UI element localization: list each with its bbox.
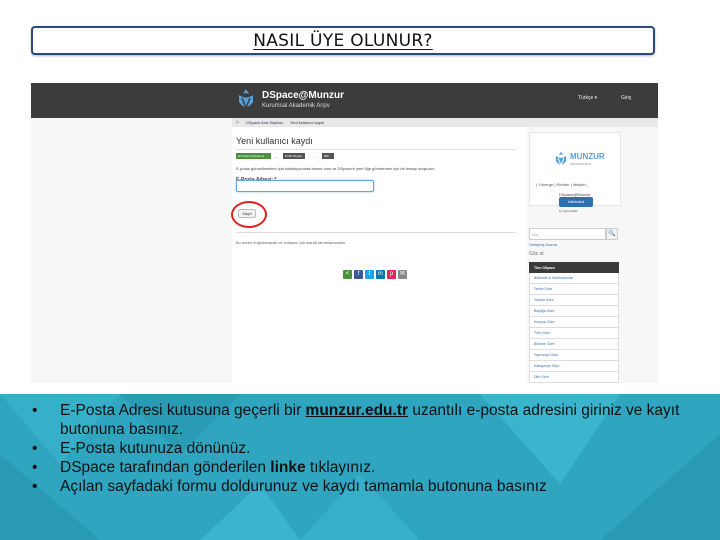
domain-highlight: munzur.edu.tr xyxy=(305,402,409,419)
divider xyxy=(236,232,516,233)
facebook-icon[interactable]: f xyxy=(354,270,363,279)
browse-item[interactable]: Türe Göre xyxy=(529,328,619,339)
browse-item[interactable]: Bölüme Göre xyxy=(529,339,619,350)
list-item: E-Posta Adresi kutusuna geçerli bir munz… xyxy=(28,401,708,439)
email-field[interactable] xyxy=(236,180,374,192)
munzur-logo-text: MUNZUR xyxy=(570,152,605,161)
brand-name[interactable]: DSpace@Munzur xyxy=(262,90,344,101)
main-content: Yeni kullanıcı kaydı E-Posta Doğrulama →… xyxy=(232,127,527,383)
twitter-icon[interactable]: t xyxy=(365,270,374,279)
browse-item[interactable]: Kategoriye Göre xyxy=(529,361,619,372)
linkedin-icon[interactable]: in xyxy=(376,270,385,279)
instruction-list: E-Posta Adresi kutusuna geçerli bir munz… xyxy=(28,401,708,496)
pinterest-icon[interactable]: p xyxy=(387,270,396,279)
email-share-icon[interactable]: ✉ xyxy=(398,270,407,279)
university-logo-text: ÜNİVERSİTESİ xyxy=(570,162,591,166)
browse-item[interactable]: Yazara Göre xyxy=(529,295,619,306)
sidebar-links[interactable]: | Yönerge | Rehber | İletişim | xyxy=(536,182,587,187)
step-arrow-icon: → xyxy=(312,154,316,159)
list-item: Açılan sayfadaki formu doldurunuz ve kay… xyxy=(28,477,708,496)
dspace-screenshot: DSpace@Munzur Kurumsal Akademik Arşiv Tü… xyxy=(31,83,658,383)
search-input[interactable]: Ara xyxy=(529,228,606,240)
browse-item[interactable]: Bölümler & Koleksiyonlar xyxy=(529,273,619,284)
sidebar: MUNZUR ÜNİVERSİTESİ | Yönerge | Rehber |… xyxy=(529,127,658,383)
university-logo-icon xyxy=(239,89,253,111)
slide-title: NASIL ÜYE OLUNUR? xyxy=(253,30,433,51)
browse-item[interactable]: Başlığa Göre xyxy=(529,306,619,317)
intro-text: E-posta güncellemeleri için koleksiyonla… xyxy=(236,166,436,171)
search-icon[interactable]: 🔍 xyxy=(606,228,618,240)
sidebar-logo-box: MUNZUR ÜNİVERSİTESİ | Yönerge | Rehber |… xyxy=(529,132,621,213)
step-arrow-icon: → xyxy=(274,154,278,159)
browse-item[interactable]: Dile Göre xyxy=(529,372,619,383)
university-logo-icon xyxy=(555,151,567,167)
page-title: Yeni kullanıcı kaydı xyxy=(236,136,313,146)
share-icon[interactable]: < xyxy=(343,270,352,279)
browse-item[interactable]: Tüm DSpace xyxy=(529,262,619,273)
browse-heading: Göz at xyxy=(529,251,544,257)
browse-list: Tüm DSpace Bölümler & Koleksiyonlar Tari… xyxy=(529,262,619,383)
link-highlight: linke xyxy=(270,459,306,476)
step-create-profile: Profil Oluştur xyxy=(283,153,305,159)
email-help-text: Bu adres doğrulanacak ve kullanıcı adı o… xyxy=(236,240,347,245)
breadcrumb: ⌂ DSpace Ana Sayfası Yeni kullanıcı kayd… xyxy=(232,118,658,127)
slide-title-box: NASIL ÜYE OLUNUR? xyxy=(31,26,655,55)
highlight-circle xyxy=(231,201,267,228)
divider xyxy=(236,149,516,150)
breadcrumb-current: Yeni kullanıcı kaydı xyxy=(290,120,325,125)
openaire-badge[interactable]: Validated xyxy=(559,197,593,207)
navbar: DSpace@Munzur Kurumsal Akademik Arşiv Tü… xyxy=(31,83,658,118)
language-dropdown[interactable]: Türkçe ▾ xyxy=(578,95,597,101)
browse-item[interactable]: Tarihe Göre xyxy=(529,284,619,295)
openaire-label: by OpenAIRE xyxy=(559,209,578,213)
step-finished: Bitti xyxy=(322,153,334,159)
brand-subtitle: Kurumsal Akademik Arşiv xyxy=(262,103,330,109)
advanced-search-link[interactable]: Gelişmiş Arama xyxy=(529,242,557,247)
list-item: DSpace tarafından gönderilen linke tıkla… xyxy=(28,458,708,477)
browse-item[interactable]: Konuya Göre xyxy=(529,317,619,328)
step-email-verify: E-Posta Doğrulama xyxy=(236,153,271,159)
home-icon[interactable]: ⌂ xyxy=(236,119,239,125)
browse-item[interactable]: Yayıncıya Göre xyxy=(529,350,619,361)
breadcrumb-home-link[interactable]: DSpace Ana Sayfası xyxy=(246,120,283,125)
login-link[interactable]: Giriş xyxy=(621,95,631,101)
list-item: E-Posta kutunuza dönünüz. xyxy=(28,439,708,458)
